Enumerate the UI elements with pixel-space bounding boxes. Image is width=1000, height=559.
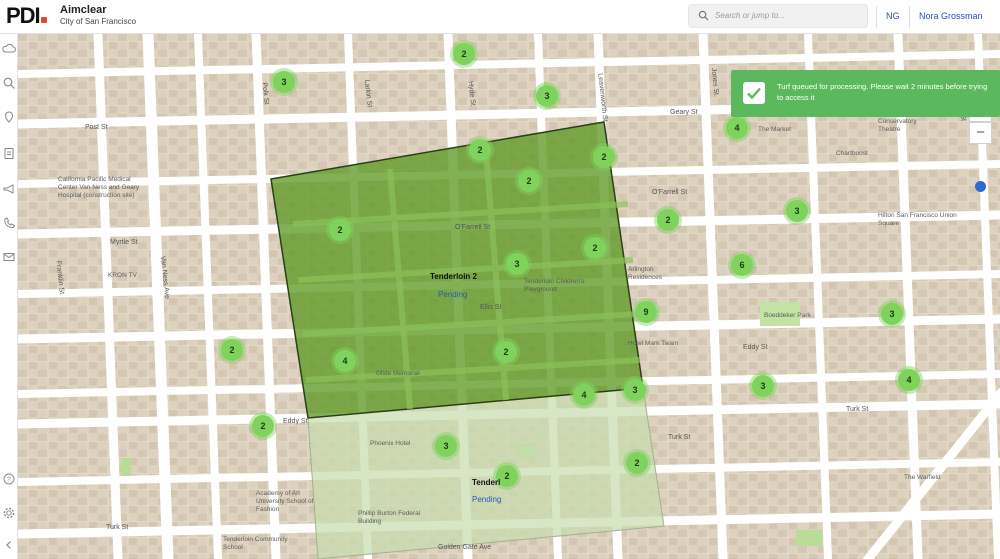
cluster-marker[interactable]: 4 [898, 369, 920, 391]
turf-status: Pending [472, 495, 502, 504]
gear-icon[interactable] [2, 506, 16, 520]
svg-text:?: ? [7, 477, 11, 484]
turf-name[interactable]: Tenderloin 2 [430, 272, 477, 281]
poi-label: Hilton San Francisco Union Square [878, 212, 957, 227]
cluster-marker[interactable]: 2 [252, 415, 274, 437]
cluster-marker[interactable]: 4 [726, 117, 748, 139]
cluster-marker[interactable]: 2 [584, 237, 606, 259]
locate-icon[interactable] [975, 181, 986, 192]
cluster-marker[interactable]: 6 [731, 254, 753, 276]
street-label: Eddy St [743, 344, 768, 351]
turf-name[interactable]: Tenderl [472, 478, 500, 487]
clipboard-icon[interactable] [2, 146, 16, 160]
cluster-marker[interactable]: 3 [273, 71, 295, 93]
org-name: Aimclear [60, 4, 107, 16]
checkmark-icon [743, 82, 765, 104]
divider [909, 6, 910, 28]
cluster-marker[interactable]: 2 [453, 43, 475, 65]
street-label: Eddy St [283, 418, 308, 425]
cluster-marker[interactable]: 3 [624, 379, 646, 401]
poi-label: The Market [758, 126, 791, 133]
street-label: Turk St [106, 524, 129, 531]
megaphone-icon[interactable] [2, 182, 16, 196]
help-icon[interactable]: ? [2, 472, 16, 486]
search-icon[interactable] [2, 76, 16, 90]
poi-label: Conservatory Theatre [878, 118, 917, 133]
street-label: Turk St [668, 434, 691, 441]
poi-label: Hotel Mark Twain [628, 340, 679, 347]
cluster-marker[interactable]: 3 [506, 253, 528, 275]
park-area [796, 530, 822, 546]
cluster-marker[interactable]: 2 [329, 219, 351, 241]
street-label: Myrtle St [110, 239, 138, 246]
poi-label: Tenderloin Community School [223, 536, 288, 551]
user-name[interactable]: Nora Grossman [919, 11, 983, 21]
left-sidebar: ? [0, 34, 18, 559]
phone-icon[interactable] [2, 216, 16, 230]
cluster-marker[interactable]: 3 [786, 200, 808, 222]
poi-label: Tenderloin Children's Playground [524, 278, 585, 293]
poi-label: Arlington Residences [628, 266, 662, 281]
toast-message: Turf queued for processing. Please wait … [777, 82, 988, 102]
cluster-marker[interactable]: 2 [657, 209, 679, 231]
turf-status: Pending [438, 290, 468, 299]
cluster-marker[interactable]: 2 [469, 139, 491, 161]
poi-label: Phillip Burton Federal Building [358, 510, 421, 525]
cluster-marker[interactable]: 3 [881, 303, 903, 325]
search-input[interactable]: Search or jump to... [688, 4, 868, 28]
user-initials[interactable]: NG [886, 11, 900, 21]
poi-label: California Pacific Medical Center Van Ne… [58, 176, 140, 199]
street-label: O'Farrell St [652, 189, 688, 196]
cluster-marker[interactable]: 3 [536, 85, 558, 107]
cluster-marker[interactable]: 2 [221, 339, 243, 361]
street-label: Ellis St [480, 304, 502, 311]
poi-label: The Warfield [904, 474, 941, 481]
poi-label: KRON TV [108, 272, 137, 279]
divider [876, 6, 877, 28]
poi-label: Glide Memorial [376, 370, 420, 377]
street-label: Golden Gate Ave [438, 544, 492, 551]
cluster-marker[interactable]: 2 [518, 170, 540, 192]
cluster-marker[interactable]: 2 [495, 341, 517, 363]
cluster-marker[interactable]: 4 [334, 350, 356, 372]
street-label: Turk St [846, 406, 869, 413]
poi-label: Boeddeker Park [764, 312, 811, 319]
poi-label: Chartboost [836, 150, 868, 157]
top-bar: PDI Aimclear City of San Francisco Searc… [0, 0, 1000, 34]
cluster-marker[interactable]: 9 [635, 301, 657, 323]
mail-icon[interactable] [2, 250, 16, 264]
zoom-out-button[interactable]: − [969, 122, 992, 144]
cluster-marker[interactable]: 2 [593, 146, 615, 168]
street-label: Post St [85, 124, 108, 131]
cloud-icon[interactable] [2, 42, 16, 56]
search-icon [698, 10, 709, 21]
poi-label: Academy of Art University School of Fash… [256, 490, 314, 513]
poi-label: Phoenix Hotel [370, 440, 411, 447]
pdi-logo[interactable]: PDI [6, 5, 47, 27]
cluster-marker[interactable]: 3 [435, 435, 457, 457]
collapse-icon[interactable] [2, 538, 16, 552]
org-subtitle: City of San Francisco [60, 17, 137, 26]
street-label: O'Farrell St [455, 224, 491, 231]
pin-icon[interactable] [2, 110, 16, 124]
search-placeholder: Search or jump to... [715, 11, 785, 20]
park-area [121, 458, 131, 476]
cluster-marker[interactable]: 3 [752, 375, 774, 397]
cluster-marker[interactable]: 2 [626, 452, 648, 474]
street-label: Geary St [670, 109, 698, 116]
cluster-marker[interactable]: 4 [573, 384, 595, 406]
notification-toast[interactable]: Turf queued for processing. Please wait … [731, 70, 1000, 117]
